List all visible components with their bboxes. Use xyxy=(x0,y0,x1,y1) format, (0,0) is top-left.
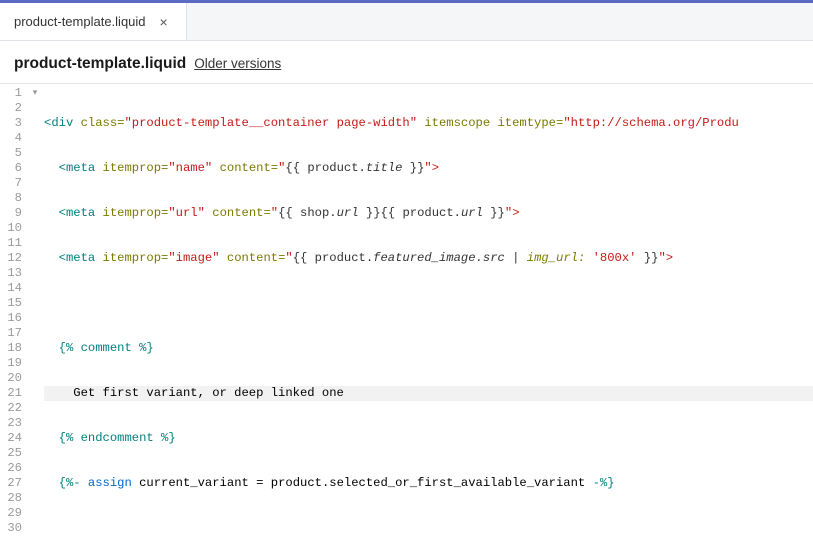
file-subheader: product-template.liquid Older versions xyxy=(0,41,813,84)
close-icon[interactable]: × xyxy=(156,12,172,32)
line-number: 10 xyxy=(0,221,22,236)
line-number: 16 xyxy=(0,311,22,326)
tab-bar: product-template.liquid × xyxy=(0,3,813,41)
line-number: 6 xyxy=(0,161,22,176)
line-number: 23 xyxy=(0,416,22,431)
line-number: 9 xyxy=(0,206,22,221)
line-number: 1 xyxy=(0,86,22,101)
line-number: 15 xyxy=(0,296,22,311)
code-line: {% comment %} xyxy=(44,341,813,356)
file-title: product-template.liquid xyxy=(14,55,186,73)
line-number: 24 xyxy=(0,431,22,446)
line-number: 5 xyxy=(0,146,22,161)
line-number: 4 xyxy=(0,131,22,146)
code-line: <meta itemprop="name" content="{{ produc… xyxy=(44,161,813,176)
line-number: 12 xyxy=(0,251,22,266)
code-line: {% endcomment %} xyxy=(44,431,813,446)
line-number: 19 xyxy=(0,356,22,371)
older-versions-link[interactable]: Older versions xyxy=(194,56,281,71)
line-number: 2 xyxy=(0,101,22,116)
code-line: <meta itemprop="url" content="{{ shop.ur… xyxy=(44,206,813,221)
line-number: 3 xyxy=(0,116,22,131)
code-line: <meta itemprop="image" content="{{ produ… xyxy=(44,251,813,266)
line-number: 14 xyxy=(0,281,22,296)
line-number: 17 xyxy=(0,326,22,341)
line-number: 27 xyxy=(0,476,22,491)
line-number: 8 xyxy=(0,191,22,206)
tab-active[interactable]: product-template.liquid × xyxy=(0,3,187,40)
code-area[interactable]: <div class="product-template__container … xyxy=(42,84,813,516)
code-line: <div class="product-template__container … xyxy=(44,116,813,131)
code-editor[interactable]: 1 2 3 4 5 6 7 8 9 10 11 12 13 14 15 16 1… xyxy=(0,84,813,516)
line-number: 21 xyxy=(0,386,22,401)
fold-gutter: ▾ xyxy=(28,84,42,516)
line-number: 22 xyxy=(0,401,22,416)
line-number: 7 xyxy=(0,176,22,191)
line-number: 18 xyxy=(0,341,22,356)
line-number: 13 xyxy=(0,266,22,281)
code-line xyxy=(44,296,813,311)
tab-title: product-template.liquid xyxy=(14,14,146,29)
code-line: Get first variant, or deep linked one xyxy=(44,386,813,401)
line-number: 11 xyxy=(0,236,22,251)
code-line: {%- assign current_variant = product.sel… xyxy=(44,476,813,491)
line-number: 30 xyxy=(0,521,22,536)
line-number: 25 xyxy=(0,446,22,461)
fold-marker-icon[interactable]: ▾ xyxy=(28,86,42,101)
line-number: 28 xyxy=(0,491,22,506)
line-number-gutter: 1 2 3 4 5 6 7 8 9 10 11 12 13 14 15 16 1… xyxy=(0,84,28,516)
line-number: 20 xyxy=(0,371,22,386)
line-number: 26 xyxy=(0,461,22,476)
